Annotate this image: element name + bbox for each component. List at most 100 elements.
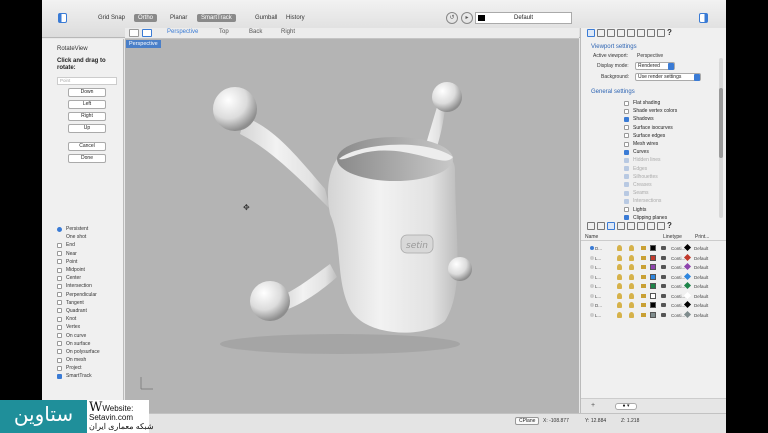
background-select[interactable]: Use render settings (635, 73, 701, 81)
checkbox-icon[interactable] (57, 251, 62, 257)
layer-name[interactable]: L... (595, 265, 601, 270)
lights-icon[interactable] (627, 222, 635, 230)
current-layer-indicator[interactable] (590, 284, 594, 288)
general-setting-item[interactable]: Shadows (624, 115, 720, 123)
layer-color-swatch[interactable] (650, 292, 656, 299)
osnap-item[interactable]: Knot (57, 315, 121, 323)
material-icon[interactable] (661, 303, 666, 307)
lights-icon[interactable] (627, 29, 635, 37)
checkbox-icon[interactable] (57, 283, 62, 289)
visibility-bulb-icon[interactable] (629, 292, 634, 299)
layer-color-swatch[interactable] (650, 283, 656, 289)
viewport-settings-icon[interactable] (587, 29, 595, 37)
osnap-item[interactable]: Quadrant (57, 307, 121, 315)
material-icon[interactable] (661, 312, 666, 317)
layer-name[interactable]: D... (595, 303, 602, 308)
visibility-bulb-icon[interactable] (629, 254, 634, 261)
osnap-item[interactable]: Perpendicular (57, 291, 121, 299)
layer-menu-icon[interactable]: ▸ (461, 12, 473, 24)
tab-top[interactable]: Top (219, 29, 229, 35)
layer-print-width[interactable]: Default (694, 246, 708, 251)
snap-smarttrack[interactable]: SmartTrack (197, 14, 236, 22)
general-setting-item[interactable]: Flat shading (624, 99, 720, 107)
osnap-item[interactable]: End (57, 241, 121, 249)
material-icon[interactable] (661, 265, 666, 269)
layer-color-swatch[interactable] (650, 302, 656, 308)
settings-scrollbar[interactable] (719, 58, 723, 218)
material-icon[interactable] (661, 255, 666, 260)
layers-icon[interactable] (607, 222, 615, 230)
checkbox-icon[interactable] (624, 215, 629, 221)
layer-row[interactable]: L... Conti... Default (581, 310, 726, 320)
checkbox-icon[interactable] (57, 242, 62, 248)
command-input[interactable]: Point (57, 77, 117, 85)
layer-linetype[interactable]: Conti... (671, 313, 685, 318)
checkbox-icon[interactable] (57, 308, 62, 314)
osnap-item[interactable]: Point (57, 258, 121, 266)
cplane-button[interactable]: CPlane (515, 417, 540, 425)
osnap-item[interactable]: Midpoint (57, 266, 121, 274)
display-mode-select[interactable]: Rendered (635, 62, 675, 70)
lock-icon[interactable] (641, 303, 646, 307)
checkbox-icon[interactable] (57, 292, 62, 298)
checkbox-icon[interactable] (624, 100, 629, 106)
checkbox-icon[interactable] (57, 373, 62, 379)
tab-perspective[interactable]: Perspective (167, 29, 198, 35)
snap-grid-snap[interactable]: Grid Snap (94, 14, 129, 22)
osnap-item[interactable]: Tangent (57, 299, 121, 307)
osnap-item[interactable]: One shot (57, 233, 121, 241)
camera-icon[interactable] (657, 222, 665, 230)
print-color-icon[interactable] (683, 310, 692, 318)
visibility-bulb-icon[interactable] (629, 273, 634, 280)
layer-print-width[interactable]: Default (694, 303, 708, 308)
layer-row[interactable]: D... Conti... Default (581, 300, 726, 310)
layer-color-swatch[interactable] (650, 311, 656, 318)
snap-gumball[interactable]: Gumball (251, 14, 281, 22)
checkbox-icon[interactable] (624, 207, 629, 213)
col-print[interactable]: Print... (695, 234, 709, 240)
general-setting-item[interactable]: Shade vertex colors (624, 107, 720, 115)
osnap-item[interactable]: SmartTrack (57, 372, 121, 380)
checkbox-icon[interactable] (624, 190, 629, 196)
help-icon[interactable]: ? (667, 29, 672, 39)
layer-row[interactable]: L... Conti... Default (581, 272, 726, 282)
osnap-item[interactable]: On polysurface (57, 348, 121, 356)
lock-icon[interactable] (641, 312, 646, 317)
print-color-icon[interactable] (683, 272, 692, 280)
visibility-bulb-icon[interactable] (617, 245, 622, 251)
undo-icon[interactable]: ↺ (446, 12, 458, 24)
down-button[interactable]: Down (68, 88, 106, 97)
visibility-bulb-icon[interactable] (629, 283, 634, 289)
visibility-bulb-icon[interactable] (617, 292, 622, 299)
add-layer-icon[interactable]: + (591, 402, 595, 409)
layer-options-button[interactable]: ● ▾ (615, 403, 637, 410)
viewport-settings-icon[interactable] (587, 222, 595, 230)
display-icon[interactable] (637, 222, 645, 230)
layer-print-width[interactable]: Default (694, 313, 708, 318)
layer-row[interactable]: L... Conti... Default (581, 281, 726, 291)
visibility-bulb-icon[interactable] (629, 245, 634, 251)
current-layer-indicator[interactable] (590, 255, 594, 260)
checkbox-icon[interactable] (57, 357, 62, 363)
checkbox-icon[interactable] (57, 300, 62, 306)
general-setting-item[interactable]: Curves (624, 148, 720, 156)
checkbox-icon[interactable] (57, 333, 62, 339)
layer-row[interactable]: L... Conti... Default (581, 291, 726, 301)
viewport-label[interactable]: Perspective (126, 40, 161, 48)
lock-icon[interactable] (641, 255, 646, 260)
visibility-bulb-icon[interactable] (617, 311, 622, 318)
checkbox-icon[interactable] (57, 316, 62, 322)
checkbox-icon[interactable] (624, 198, 629, 204)
visibility-bulb-icon[interactable] (617, 273, 622, 280)
general-setting-item[interactable]: Lights (624, 205, 720, 213)
general-setting-item[interactable]: Hidden lines (624, 156, 720, 164)
osnap-item[interactable]: Near (57, 250, 121, 258)
checkbox-icon[interactable] (57, 267, 62, 273)
snap-ortho[interactable]: Ortho (134, 14, 158, 22)
checkbox-icon[interactable] (624, 157, 629, 163)
checkbox-icon[interactable] (57, 259, 62, 265)
lock-icon[interactable] (641, 265, 646, 269)
layer-print-width[interactable]: Default (694, 294, 708, 299)
four-view-icon[interactable] (142, 29, 152, 37)
right-button[interactable]: Right (68, 112, 106, 121)
